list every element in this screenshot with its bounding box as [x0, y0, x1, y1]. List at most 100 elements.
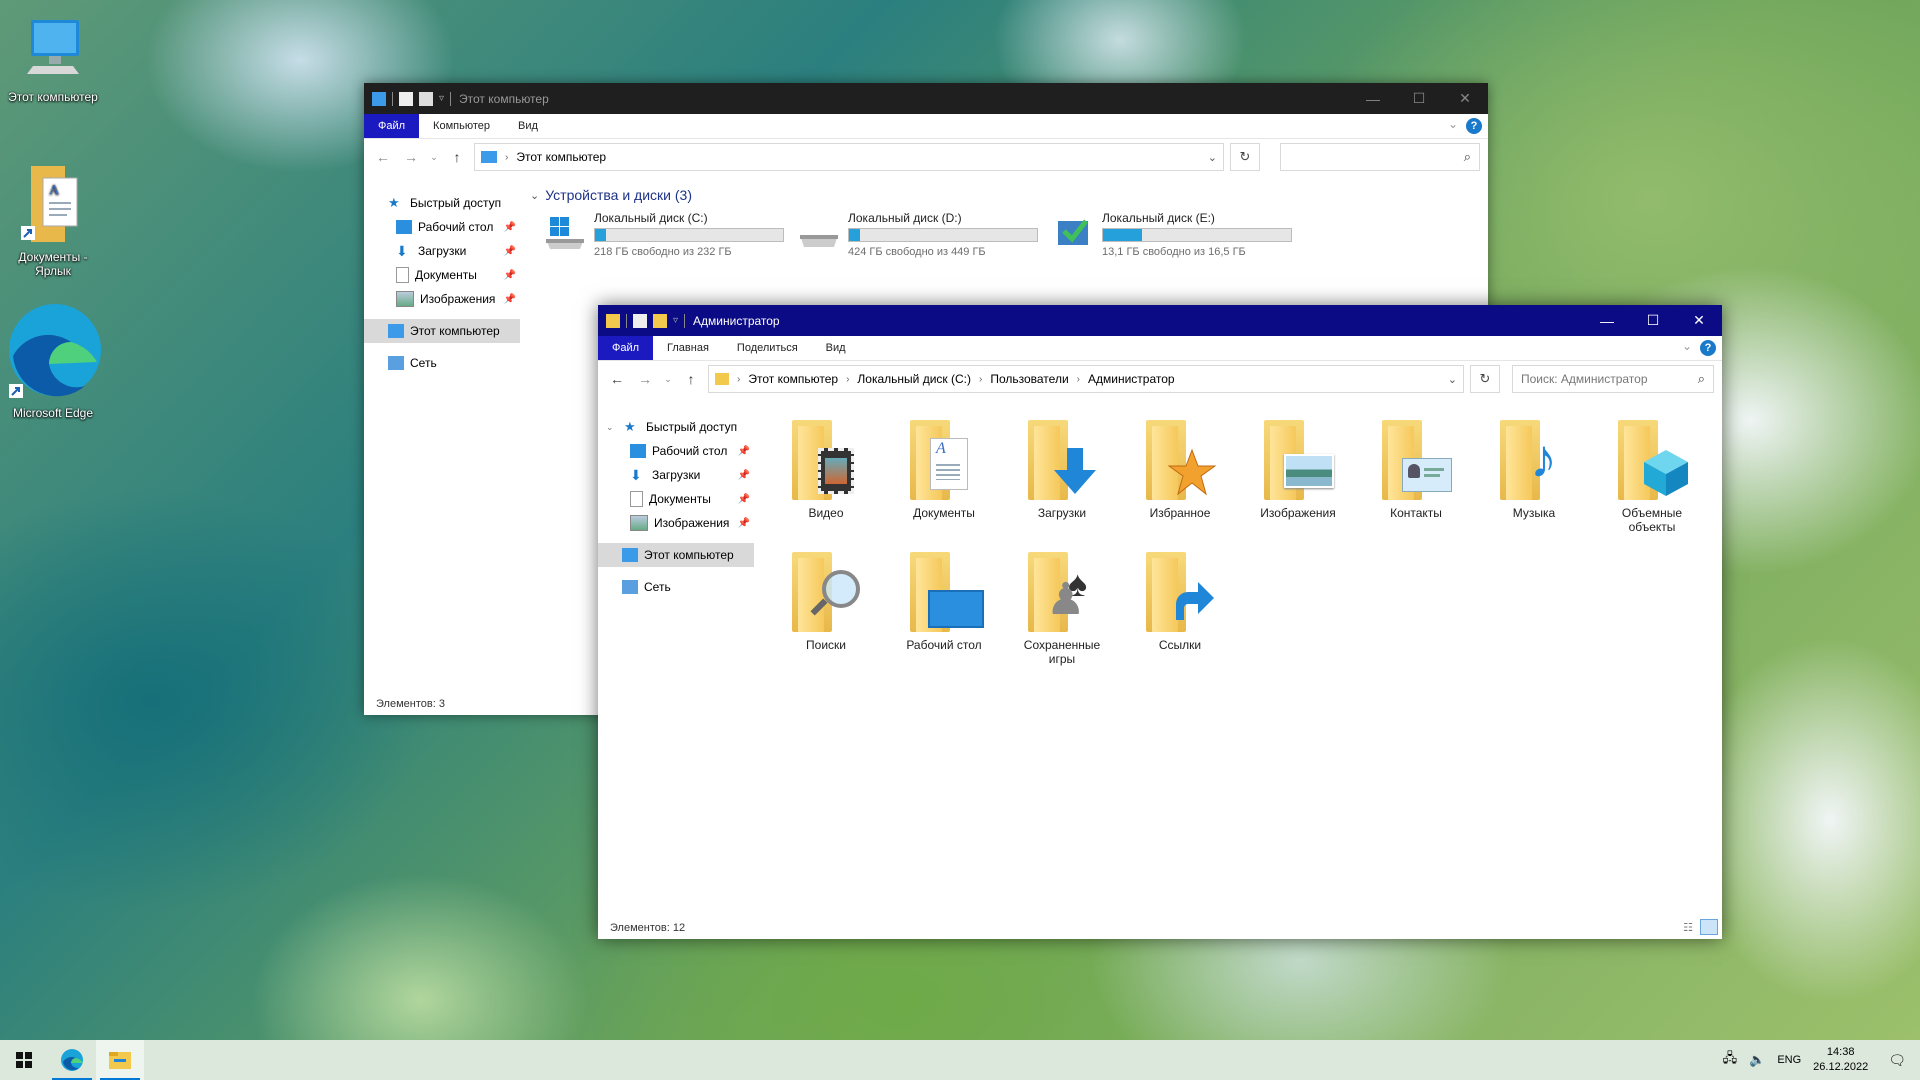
close-button[interactable]: ✕: [1676, 305, 1722, 336]
forward-button[interactable]: →: [634, 371, 656, 387]
drive-d[interactable]: Локальный диск (D:) 424 ГБ свободно из 4…: [798, 211, 1038, 258]
folder-documents[interactable]: A Документы: [894, 418, 994, 520]
tab-file[interactable]: Файл: [364, 114, 420, 138]
administrator-window[interactable]: ▿ Администратор — ☐ ✕ Файл Главная Подел…: [598, 305, 1722, 939]
nav-label: Документы: [649, 492, 711, 506]
devices-section-header[interactable]: ⌄ Устройства и диски (3): [530, 187, 692, 203]
help-icon[interactable]: ?: [1700, 340, 1716, 356]
tab-home[interactable]: Главная: [653, 336, 723, 360]
nav-documents[interactable]: Документы 📌: [598, 487, 754, 511]
folder-desktop[interactable]: Рабочий стол: [894, 550, 994, 652]
network-tray-icon[interactable]: 🖧: [1717, 1049, 1744, 1071]
expand-ribbon-icon[interactable]: ⌄: [1682, 339, 1692, 353]
volume-icon[interactable]: 🔈: [1743, 1052, 1771, 1068]
nav-network[interactable]: Сеть: [598, 575, 754, 599]
windows-drive-icon: [544, 211, 588, 251]
nav-this-pc[interactable]: Этот компьютер: [598, 543, 754, 567]
properties-icon[interactable]: [399, 91, 413, 106]
breadcrumb-administrator[interactable]: Администратор: [1088, 372, 1175, 386]
nav-desktop[interactable]: Рабочий стол 📌: [598, 439, 754, 463]
clock[interactable]: 14:38 26.12.2022: [1807, 1045, 1874, 1075]
address-dropdown-icon[interactable]: ⌄: [1208, 151, 1217, 164]
forward-button[interactable]: →: [400, 149, 422, 165]
customize-quick-access-icon[interactable]: ▿: [673, 315, 678, 326]
properties-icon[interactable]: [633, 313, 647, 328]
nav-desktop[interactable]: Рабочий стол 📌: [364, 215, 520, 239]
search-box[interactable]: Поиск: Администратор ⌕: [1512, 365, 1714, 393]
computer-icon: [481, 151, 497, 163]
desktop-icon-edge[interactable]: Microsoft Edge: [3, 302, 103, 420]
nav-documents[interactable]: Документы 📌: [364, 263, 520, 287]
tab-file[interactable]: Файл: [598, 336, 654, 360]
address-bar[interactable]: › Этот компьютер ⌄: [474, 143, 1224, 171]
breadcrumb-drive-c[interactable]: Локальный диск (C:): [857, 372, 971, 386]
start-button[interactable]: [0, 1040, 48, 1080]
nav-downloads[interactable]: ⬇ Загрузки 📌: [598, 463, 754, 487]
maximize-button[interactable]: ☐: [1396, 83, 1442, 114]
nav-this-pc[interactable]: Этот компьютер: [364, 319, 520, 343]
recent-locations-button[interactable]: ⌄: [662, 374, 674, 385]
window-title: Этот компьютер: [459, 91, 549, 106]
title-bar[interactable]: ▿ Администратор — ☐ ✕: [598, 305, 1722, 336]
title-bar[interactable]: ▿ Этот компьютер — ☐ ✕: [364, 83, 1488, 114]
notifications-icon[interactable]: 🗨: [1874, 1052, 1920, 1069]
up-button[interactable]: ↑: [680, 371, 702, 387]
language-indicator[interactable]: ENG: [1771, 1054, 1807, 1066]
customize-quick-access-icon[interactable]: ▿: [439, 93, 444, 104]
drive-name: Локальный диск (D:): [848, 211, 962, 225]
ribbon-tabs: Файл Главная Поделиться Вид ⌄ ?: [598, 336, 1722, 361]
address-dropdown-icon[interactable]: ⌄: [1448, 373, 1457, 386]
refresh-button[interactable]: ↻: [1230, 143, 1260, 171]
tab-view[interactable]: Вид: [812, 336, 860, 360]
minimize-button[interactable]: —: [1350, 83, 1396, 114]
drive-e[interactable]: Локальный диск (E:) 13,1 ГБ свободно из …: [1052, 211, 1292, 258]
desktop-icon-label: Microsoft Edge: [12, 406, 94, 420]
nav-quick-access[interactable]: ⌄ ★ Быстрый доступ: [598, 415, 754, 439]
folder-pictures[interactable]: Изображения: [1248, 418, 1348, 520]
minimize-button[interactable]: —: [1584, 305, 1630, 336]
folder-searches[interactable]: Поиски: [776, 550, 876, 652]
help-icon[interactable]: ?: [1466, 118, 1482, 134]
refresh-button[interactable]: ↻: [1470, 365, 1500, 393]
folder-3d-objects[interactable]: Объемные объекты: [1602, 418, 1702, 534]
folder-links[interactable]: Ссылки: [1130, 550, 1230, 652]
new-folder-icon[interactable]: [419, 91, 433, 106]
maximize-button[interactable]: ☐: [1630, 305, 1676, 336]
tab-share[interactable]: Поделиться: [723, 336, 812, 360]
star-icon: ★: [624, 419, 636, 434]
breadcrumb-item[interactable]: Этот компьютер: [516, 150, 606, 164]
nav-pictures[interactable]: Изображения 📌: [364, 287, 520, 311]
folder-saved-games[interactable]: ♠ ♟ Сохраненные игры: [1012, 550, 1112, 666]
folder-favorites[interactable]: Избранное: [1130, 418, 1230, 520]
back-button[interactable]: ←: [372, 149, 394, 165]
tab-computer[interactable]: Компьютер: [419, 114, 504, 138]
desktop-icon-documents-shortcut[interactable]: A Документы - Ярлык: [3, 160, 103, 278]
nav-quick-access[interactable]: ★ Быстрый доступ: [364, 191, 520, 215]
folder-contacts[interactable]: Контакты: [1366, 418, 1466, 520]
up-button[interactable]: ↑: [446, 149, 468, 165]
back-button[interactable]: ←: [606, 371, 628, 387]
large-icons-view-button[interactable]: [1700, 919, 1718, 935]
folder-video[interactable]: Видео: [776, 418, 876, 520]
drive-c[interactable]: Локальный диск (C:) 218 ГБ свободно из 2…: [544, 211, 784, 258]
folder-downloads[interactable]: Загрузки: [1012, 418, 1112, 520]
address-bar[interactable]: › Этот компьютер › Локальный диск (C:) ›…: [708, 365, 1464, 393]
nav-pictures[interactable]: Изображения 📌: [598, 511, 754, 535]
tab-view[interactable]: Вид: [504, 114, 552, 138]
expand-ribbon-icon[interactable]: ⌄: [1448, 117, 1458, 131]
nav-network[interactable]: Сеть: [364, 351, 520, 375]
details-view-button[interactable]: ☷: [1680, 921, 1696, 935]
close-button[interactable]: ✕: [1442, 83, 1488, 114]
taskbar-edge-button[interactable]: [48, 1040, 96, 1080]
desktop-icon-this-pc[interactable]: Этот компьютер: [3, 14, 103, 104]
new-folder-icon[interactable]: [653, 313, 667, 328]
nav-downloads[interactable]: ⬇ Загрузки 📌: [364, 239, 520, 263]
taskbar-explorer-button[interactable]: [96, 1040, 144, 1080]
search-box[interactable]: ⌕: [1280, 143, 1480, 171]
breadcrumb-users[interactable]: Пользователи: [990, 372, 1068, 386]
searches-folder-icon: [788, 550, 864, 634]
expand-chevron-icon[interactable]: ⌄: [606, 422, 624, 433]
folder-music[interactable]: ♪ Музыка: [1484, 418, 1584, 520]
breadcrumb-this-pc[interactable]: Этот компьютер: [748, 372, 838, 386]
recent-locations-button[interactable]: ⌄: [428, 152, 440, 163]
